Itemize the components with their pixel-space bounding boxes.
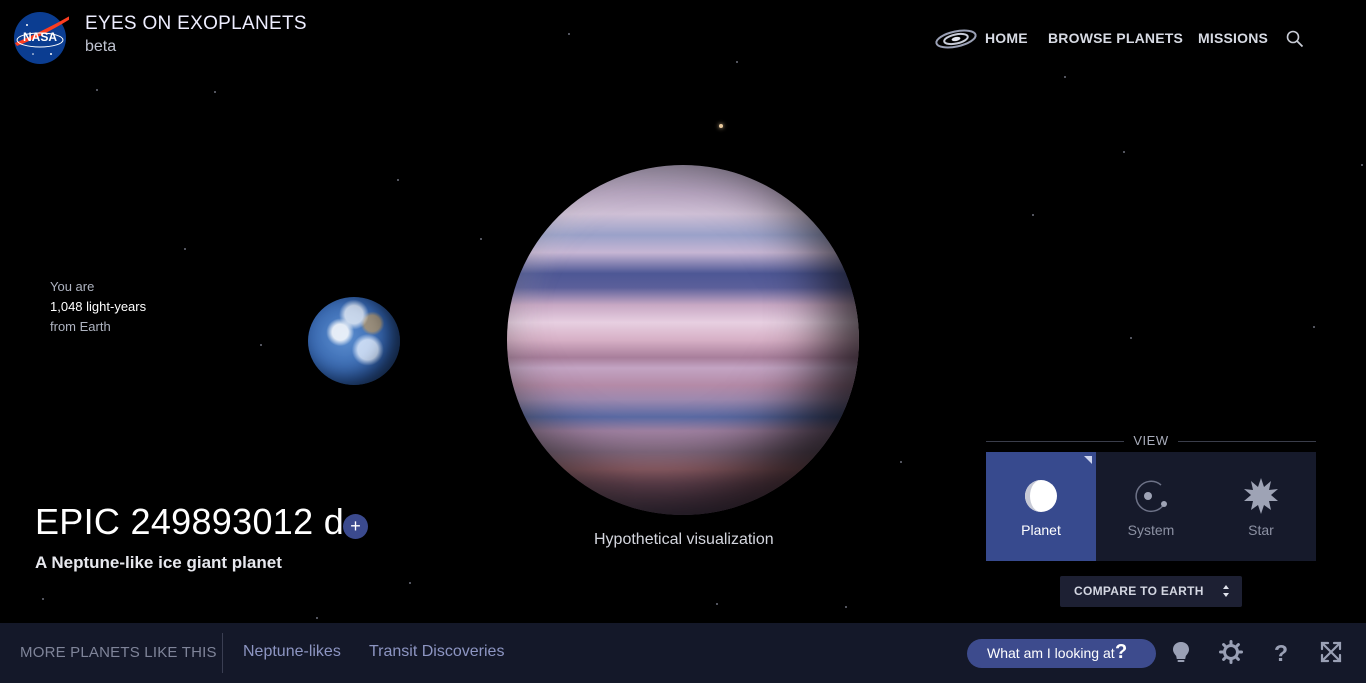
planet-type: A Neptune-like ice giant planet	[35, 553, 282, 572]
footer-divider	[222, 633, 223, 673]
view-star-label: Star	[1248, 522, 1274, 538]
compare-to-earth-dropdown[interactable]: COMPARE TO EARTH	[1060, 576, 1242, 607]
visualization-caption: Hypothetical visualization	[594, 531, 774, 548]
what-am-i-looking-at-button[interactable]: What am I looking at ?	[967, 639, 1156, 668]
footer-bar: MORE PLANETS LIKE THIS Neptune-likes Tra…	[0, 623, 1366, 683]
view-planet-button[interactable]: Planet	[986, 452, 1096, 561]
view-star-button[interactable]: Star	[1206, 452, 1316, 561]
nasa-logo-text: NASA	[23, 30, 57, 44]
nav-home[interactable]: HOME	[985, 30, 1028, 46]
app-subtitle: beta	[85, 38, 117, 55]
what-am-i-looking-at-label: What am I looking at	[987, 645, 1115, 661]
host-star-dot	[719, 124, 723, 128]
distance-line3: from Earth	[50, 319, 111, 334]
planet-icon	[1025, 480, 1057, 512]
active-corner-indicator	[1084, 456, 1092, 464]
star-icon	[1244, 478, 1278, 514]
view-system-button[interactable]: System	[1096, 452, 1206, 561]
question-icon: ?	[1115, 641, 1128, 663]
nav-browse-planets[interactable]: BROWSE PLANETS	[1048, 30, 1183, 46]
help-icon[interactable]: ?	[1269, 640, 1293, 664]
exoplanet-visualization[interactable]	[507, 165, 859, 515]
system-icon	[1135, 480, 1167, 513]
compare-label: COMPARE TO EARTH	[1074, 584, 1204, 598]
link-transit-discoveries[interactable]: Transit Discoveries	[369, 643, 504, 661]
view-header: VIEW	[986, 432, 1316, 450]
distance-readout: You are 1,048 light-years from Earth	[50, 277, 146, 337]
view-label: VIEW	[1133, 433, 1169, 448]
nav-missions[interactable]: MISSIONS	[1198, 30, 1268, 46]
view-planet-label: Planet	[1021, 522, 1061, 538]
dropdown-arrows-icon	[1223, 585, 1229, 597]
app-title[interactable]: EYES ON EXOPLANETS	[85, 13, 307, 35]
distance-value: 1,048 light-years	[50, 299, 147, 314]
gear-icon[interactable]	[1219, 640, 1243, 664]
lightbulb-icon[interactable]	[1169, 640, 1193, 664]
view-selector: Planet System Star	[986, 452, 1316, 561]
svg-text:?: ?	[1274, 640, 1288, 664]
link-neptune-likes[interactable]: Neptune-likes	[243, 643, 341, 661]
view-system-label: System	[1127, 522, 1175, 538]
add-planet-button[interactable]: +	[343, 514, 368, 539]
nasa-logo[interactable]: NASA	[13, 10, 69, 66]
galaxy-icon[interactable]	[934, 26, 978, 52]
earth-image	[308, 297, 400, 385]
distance-line1: You are	[50, 279, 95, 294]
planet-name: EPIC 249893012 d	[35, 501, 345, 542]
more-planets-label: MORE PLANETS LIKE THIS	[20, 644, 217, 661]
search-icon[interactable]	[1286, 30, 1304, 48]
fullscreen-icon[interactable]	[1319, 640, 1343, 664]
